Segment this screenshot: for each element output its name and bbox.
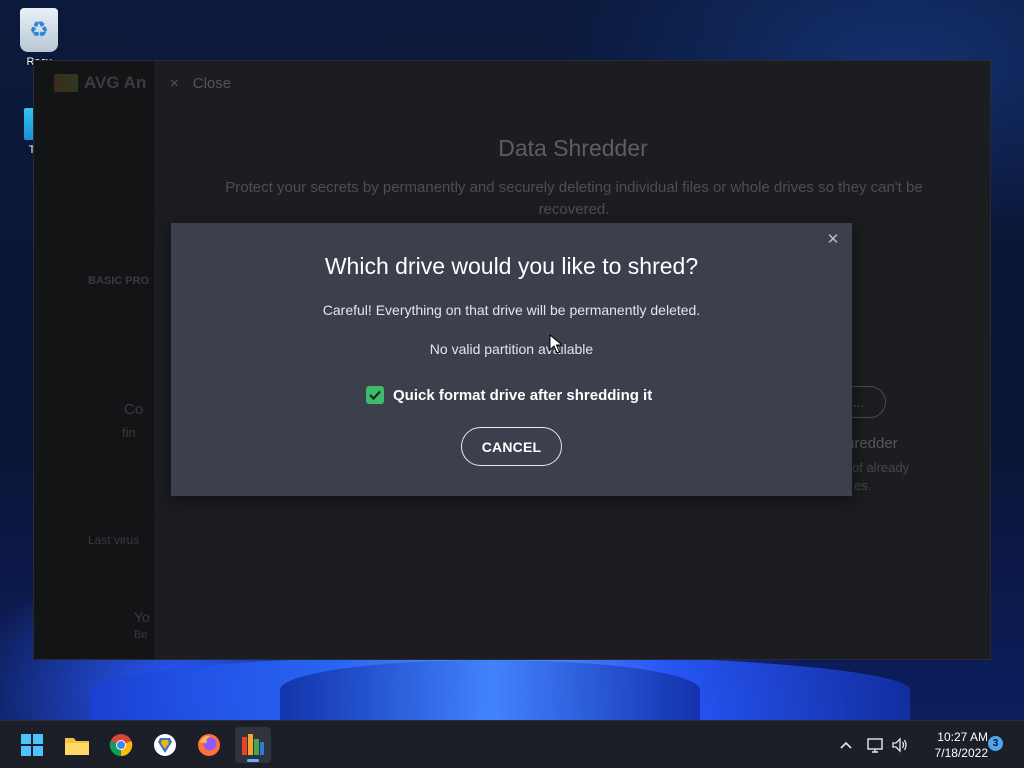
close-icon: × xyxy=(170,75,179,92)
sidebar-text: Co xyxy=(124,401,144,418)
partition-status: No valid partition available xyxy=(429,341,594,357)
dialog-close-button[interactable]: ✕ xyxy=(824,231,842,249)
taskbar-clock[interactable]: 10:27 AM 7/18/2022 xyxy=(914,729,988,761)
taskbar-brave[interactable] xyxy=(147,727,183,763)
quick-format-checkbox[interactable] xyxy=(366,386,384,404)
quick-format-label: Quick format drive after shredding it xyxy=(393,386,653,404)
avg-option-desc-line: es. xyxy=(854,478,872,493)
avg-close-label: Close xyxy=(192,75,232,92)
speaker-icon xyxy=(892,737,907,753)
taskbar-file-explorer[interactable] xyxy=(59,727,95,763)
taskbar: 10:27 AM 7/18/2022 xyxy=(0,720,1024,768)
mouse-cursor-icon xyxy=(549,334,563,354)
checkmark-icon xyxy=(369,390,381,400)
close-icon: ✕ xyxy=(826,231,840,248)
dialog-title: Which drive would you like to shred? xyxy=(324,253,699,279)
shred-drive-dialog: ✕ Which drive would you like to shred? C… xyxy=(171,223,852,496)
brave-icon xyxy=(154,734,176,756)
cancel-button[interactable]: CANCEL xyxy=(461,427,562,466)
avg-option-description: of already es. xyxy=(852,459,909,495)
taskbar-firefox[interactable] xyxy=(191,727,227,763)
sidebar-text: fin xyxy=(122,425,136,440)
bottom-text: Yo xyxy=(134,609,150,625)
avg-logo-icon xyxy=(54,74,78,92)
tray-volume[interactable] xyxy=(891,721,909,768)
quick-format-option[interactable]: Quick format drive after shredding it xyxy=(366,386,652,404)
avg-close-button[interactable]: × Close xyxy=(170,75,231,92)
sidebar-heading: BASIC PRO xyxy=(88,275,150,287)
file-explorer-icon xyxy=(65,738,89,755)
avg-page-title: Data Shredder xyxy=(498,135,648,161)
dialog-warning: Careful! Everything on that drive will b… xyxy=(322,302,701,318)
clock-date: 7/18/2022 xyxy=(934,746,988,760)
avg-page-description: Protect your secrets by permanently and … xyxy=(225,179,923,218)
notification-badge[interactable]: 3 xyxy=(988,736,1003,751)
firefox-icon xyxy=(198,734,220,756)
desktop-icon-recycle-bin[interactable]: ♻ Recy xyxy=(4,8,74,68)
network-icon xyxy=(867,738,883,753)
avg-icon xyxy=(242,734,264,755)
avg-sidebar: BASIC PRO Co fin Last virus Yo Be xyxy=(34,61,154,659)
wallpaper-swirl-inner xyxy=(280,660,700,720)
chrome-icon xyxy=(109,734,133,757)
avg-brand: AVG An xyxy=(54,73,146,93)
taskbar-avg[interactable] xyxy=(235,727,271,763)
chevron-up-icon xyxy=(840,741,852,749)
clock-time: 10:27 AM xyxy=(937,730,988,744)
avg-brand-text: AVG An xyxy=(84,73,147,92)
sidebar-footer: Last virus xyxy=(88,533,140,547)
recycle-bin-icon: ♻ xyxy=(20,8,58,52)
bottom-text: Be xyxy=(134,629,148,641)
start-button[interactable] xyxy=(14,727,50,763)
tray-network[interactable] xyxy=(866,721,884,768)
taskbar-chrome[interactable] xyxy=(103,727,139,763)
tray-show-hidden[interactable] xyxy=(838,721,854,768)
start-icon xyxy=(21,734,43,756)
avg-option-title: hredder xyxy=(846,435,898,452)
avg-option-desc-line: of already xyxy=(852,460,910,475)
